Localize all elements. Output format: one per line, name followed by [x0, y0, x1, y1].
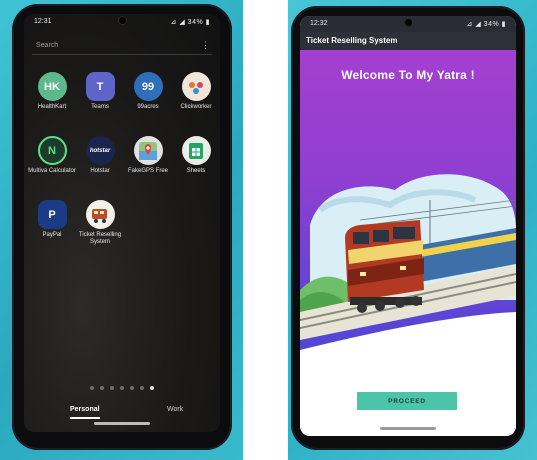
left-phone-body: 12:31 ⊿ ◢ 34% ▮ Search ⋮ HK HealthKart T… [12, 4, 232, 450]
app-clickworker[interactable]: Clickworker [172, 72, 220, 111]
app-label: Clickworker [180, 104, 212, 110]
status-icons: ⊿ ◢ 34% ▮ [170, 19, 210, 26]
status-time: 12:32 [310, 20, 328, 27]
page-dot [100, 386, 104, 390]
page-dot [120, 386, 124, 390]
calculator-icon: N [37, 136, 67, 165]
app-label: 99acres [137, 104, 159, 110]
teams-icon: T [85, 72, 115, 101]
app-99acres[interactable]: 99 99acres [124, 72, 172, 111]
app-bar: Ticket Reselling System [300, 32, 516, 50]
app-label: Multiva Calculator [28, 168, 76, 174]
train-illustration [300, 174, 516, 436]
right-phone-screen: 12:32 ⊿ ◢ 34% ▮ Ticket Reselling System … [300, 16, 516, 436]
app-label: Sheets [186, 168, 206, 174]
app-ticket-reselling-system[interactable]: Ticket Reselling System [76, 200, 124, 246]
app-label: PayPal [42, 232, 62, 238]
page-dot [140, 386, 144, 390]
status-icons: ⊿ ◢ 34% ▮ [466, 21, 506, 28]
app-paypal[interactable]: P PayPal [28, 200, 76, 239]
page-dot [90, 386, 94, 390]
more-options-icon[interactable]: ⋮ [201, 40, 210, 51]
page-dot [110, 386, 114, 390]
welcome-screen: Welcome To My Yatra ! PROCEED [300, 50, 516, 436]
train-icon [85, 200, 115, 229]
right-phone-body: 12:32 ⊿ ◢ 34% ▮ Ticket Reselling System … [291, 6, 525, 450]
left-photo: 12:31 ⊿ ◢ 34% ▮ Search ⋮ HK HealthKart T… [0, 0, 243, 460]
home-indicator[interactable] [380, 427, 436, 430]
map-pin-icon [133, 136, 163, 165]
tab-personal[interactable]: Personal [70, 406, 100, 419]
app-search-bar[interactable]: Search ⋮ [32, 38, 212, 55]
right-photo: 12:32 ⊿ ◢ 34% ▮ Ticket Reselling System … [288, 0, 537, 460]
hotstar-icon: hotstar [85, 136, 115, 165]
app-teams[interactable]: T Teams [76, 72, 124, 111]
sheets-icon [181, 136, 211, 165]
healthkart-icon: HK [37, 72, 67, 101]
paypal-icon: P [37, 200, 67, 229]
search-label: Search [36, 42, 59, 49]
app-label: HealthKart [37, 104, 67, 110]
app-label: Ticket Reselling System [78, 232, 122, 245]
app-multiva-calculator[interactable]: N Multiva Calculator [28, 136, 76, 175]
status-bar: 12:31 ⊿ ◢ 34% ▮ [24, 14, 220, 30]
camera-notch [118, 16, 127, 25]
profile-tabs: Personal Work [24, 406, 220, 420]
99acres-icon: 99 [133, 72, 163, 101]
page-dot [130, 386, 134, 390]
status-time: 12:31 [34, 18, 52, 25]
app-label: FakeGPS Free [127, 168, 168, 174]
app-hotstar[interactable]: hotstar Hotstar [76, 136, 124, 175]
home-indicator[interactable] [94, 422, 150, 425]
app-healthkart[interactable]: HK HealthKart [28, 72, 76, 111]
proceed-button[interactable]: PROCEED [357, 392, 457, 410]
tab-work[interactable]: Work [167, 406, 183, 413]
app-title: Ticket Reselling System [306, 36, 398, 45]
page-dot-active [150, 386, 154, 390]
page-indicator [24, 386, 220, 390]
app-fakegps[interactable]: FakeGPS Free [124, 136, 172, 175]
app-label: Teams [91, 104, 109, 110]
clickworker-icon [181, 72, 211, 101]
camera-notch [404, 18, 413, 27]
app-label: Hotstar [90, 168, 110, 174]
status-bar: 12:32 ⊿ ◢ 34% ▮ [300, 16, 516, 32]
left-phone-screen: 12:31 ⊿ ◢ 34% ▮ Search ⋮ HK HealthKart T… [24, 14, 220, 432]
app-sheets[interactable]: Sheets [172, 136, 220, 175]
